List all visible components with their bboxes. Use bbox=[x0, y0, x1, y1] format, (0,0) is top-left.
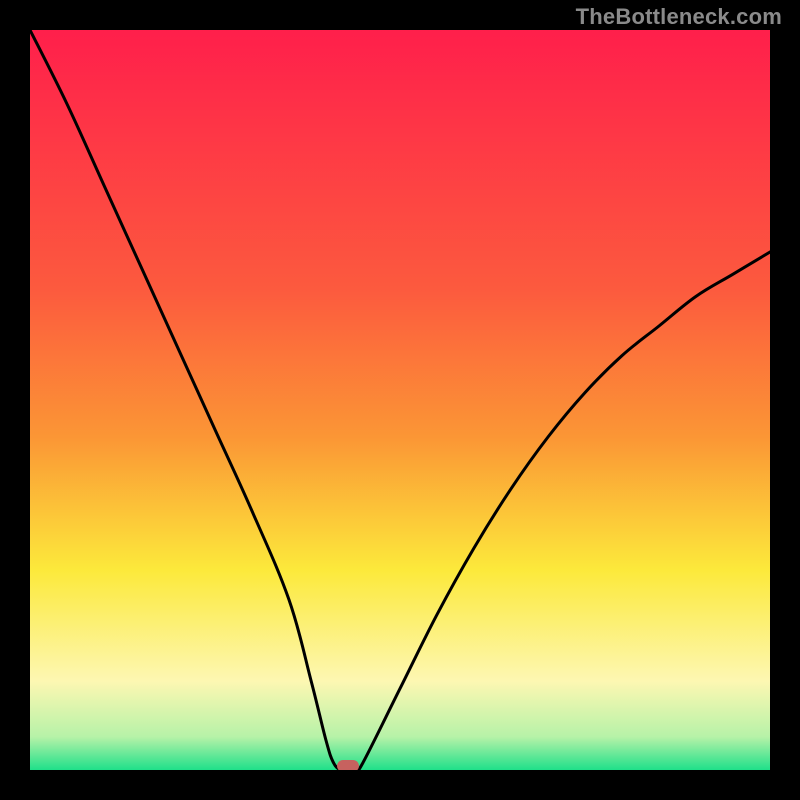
optimal-point-marker bbox=[337, 760, 359, 770]
bottleneck-curve bbox=[30, 30, 770, 770]
plot-area bbox=[30, 30, 770, 770]
watermark-text: TheBottleneck.com bbox=[576, 4, 782, 30]
chart-frame: TheBottleneck.com bbox=[0, 0, 800, 800]
